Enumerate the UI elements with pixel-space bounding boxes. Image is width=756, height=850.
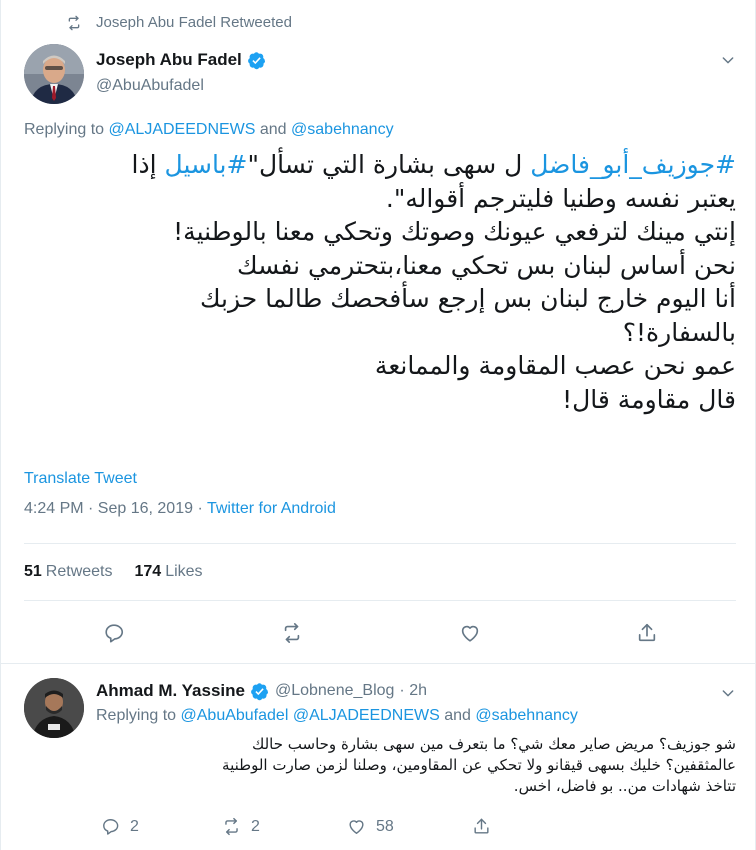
reply-like-button[interactable]: 58: [347, 817, 394, 836]
reply-replying-to: Replying to @AbuAbufadel @ALJADEEDNEWS a…: [96, 707, 578, 725]
reply-author-name[interactable]: Ahmad M. Yassine: [96, 681, 245, 701]
avatar[interactable]: [24, 44, 84, 104]
retweets-stat[interactable]: 51 Retweets: [24, 563, 113, 581]
tweet-line: أنا اليوم خارج لبنان بس إرجع سأفحصك طالم…: [199, 284, 736, 313]
tweet-stats: 51 Retweets 174 Likes: [24, 563, 225, 581]
reply-icon: [103, 819, 119, 835]
author-handle[interactable]: @AbuAbufadel: [96, 77, 266, 95]
chevron-down-icon[interactable]: [720, 52, 736, 68]
left-border: [0, 0, 1, 850]
tweet-line: عمو نحن عصب المقاومة والممانعة: [374, 351, 736, 380]
tweet-line: نحن أساس لبنان بس تحكي معنا،بتحترمي نفسك: [237, 250, 736, 280]
retweet-icon: [225, 817, 238, 836]
retweet-button[interactable]: [281, 622, 303, 644]
reply-share-button[interactable]: [472, 817, 501, 836]
mention-link[interactable]: @sabehnancy: [291, 121, 394, 138]
reply-actions: 2 2 58: [0, 817, 756, 837]
tweet-line: بالسفارة!؟: [622, 317, 736, 347]
tweet-meta: 4:24 PM · Sep 16, 2019 · Twitter for And…: [24, 500, 336, 518]
hashtag-link[interactable]: #باسيل: [165, 150, 248, 179]
heart-icon: [349, 820, 364, 834]
reply-text: شو جوزيف؟ مريض صاير معك شي؟ ما بتعرف مين…: [96, 734, 736, 797]
tweet-line: #جوزيف_أبو_فاضل ل سهى بشارة التي تسأل"#ب…: [24, 148, 736, 182]
verified-badge-icon: [247, 51, 265, 69]
like-count: 58: [376, 817, 394, 835]
reply-retweet-button[interactable]: 2: [222, 817, 260, 836]
replying-and: and: [439, 707, 476, 724]
reply-author-handle[interactable]: @Lobnene_Blog: [275, 682, 394, 700]
divider: [24, 543, 736, 544]
tweet-text-segment: إذا: [131, 150, 165, 179]
tweet-source-link[interactable]: Twitter for Android: [207, 500, 336, 517]
replying-prefix: Replying to: [96, 707, 181, 724]
share-button[interactable]: [636, 622, 658, 644]
retweets-count: 51: [24, 563, 42, 580]
avatar-image: [24, 44, 84, 104]
reply-count: 2: [130, 817, 139, 835]
reply-line: شو جوزيف؟ مريض صاير معك شي؟ ما بتعرف مين…: [251, 735, 736, 753]
reply-header: Ahmad M. Yassine @Lobnene_Blog · 2h: [96, 681, 427, 701]
mention-link[interactable]: @AbuAbufadel: [181, 707, 289, 724]
replying-prefix: Replying to: [24, 121, 109, 138]
like-button[interactable]: [459, 622, 481, 644]
retweeted-by-bar: Joseph Abu Fadel Retweeted: [66, 14, 292, 31]
divider: [24, 600, 736, 601]
tweet-text-segment: ل سهى بشارة التي تسأل": [247, 150, 531, 179]
reply-button[interactable]: [103, 622, 125, 644]
retweet-icon: [284, 623, 300, 643]
retweet-icon: [68, 15, 80, 30]
tweet-separator: [0, 663, 756, 664]
reply-line: تتاخذ شهادات من.. بو فاضل، اخس.: [513, 777, 736, 795]
share-icon: [474, 818, 489, 834]
tweet-timestamp[interactable]: 4:24 PM · Sep 16, 2019 ·: [24, 500, 207, 517]
share-icon: [638, 623, 656, 642]
retweets-label: Retweets: [45, 563, 113, 580]
replying-to: Replying to @ALJADEEDNEWS and @sabehnanc…: [24, 121, 394, 139]
tweet-line: إنتي مينك لترفعي عيونك وصوتك وتحكي معنا …: [173, 217, 736, 246]
reply-reply-button[interactable]: 2: [101, 817, 139, 836]
likes-count: 174: [134, 563, 162, 580]
reply-avatar-image: [24, 678, 84, 738]
heart-icon: [461, 625, 479, 642]
reply-avatar[interactable]: [24, 678, 84, 738]
retweet-count: 2: [251, 817, 260, 835]
hashtag-link[interactable]: #جوزيف_أبو_فاضل: [530, 150, 736, 179]
reply-time[interactable]: · 2h: [399, 682, 427, 700]
tweet-line: قال مقاومة قال!: [562, 384, 736, 414]
tweet-text: #جوزيف_أبو_فاضل ل سهى بشارة التي تسأل"#ب…: [24, 148, 736, 416]
mention-link[interactable]: @ALJADEEDNEWS: [109, 121, 256, 138]
mention-link[interactable]: @ALJADEEDNEWS: [293, 707, 440, 724]
replying-and: and: [255, 121, 292, 138]
verified-badge-icon: [251, 682, 269, 700]
mention-link[interactable]: @sabehnancy: [475, 707, 578, 724]
author-name[interactable]: Joseph Abu Fadel: [96, 50, 242, 70]
likes-label: Likes: [165, 563, 203, 580]
chevron-down-icon[interactable]: [720, 685, 736, 701]
likes-stat[interactable]: 174 Likes: [135, 563, 203, 581]
reply-icon: [105, 624, 124, 643]
retweeted-by-text[interactable]: Joseph Abu Fadel Retweeted: [96, 14, 292, 31]
reply-line: عالمثقفين؟ خليك بسهى قيقانو ولا تحكي عن …: [222, 756, 736, 774]
tweet-line: يعتبر نفسه وطنيا فليترجم أقواله".: [385, 183, 736, 213]
translate-tweet-link[interactable]: Translate Tweet: [24, 470, 137, 488]
